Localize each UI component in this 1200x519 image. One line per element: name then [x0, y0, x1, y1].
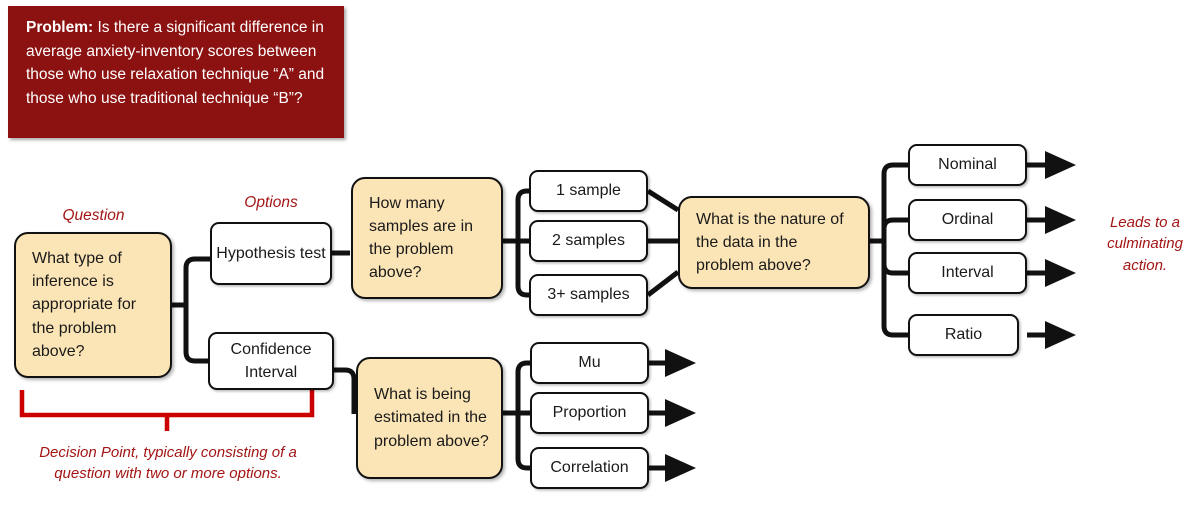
- problem-statement-banner: Problem: Is there a significant differen…: [8, 6, 344, 138]
- option-node-confidence-interval[interactable]: Confidence Interval: [208, 332, 334, 390]
- option-node-mu-label: Mu: [578, 354, 601, 372]
- option-node-three-plus-samples[interactable]: 3+ samples: [529, 274, 648, 316]
- decision-node-inference[interactable]: What type of inference is appropriate fo…: [14, 232, 172, 378]
- option-node-ordinal-label: Ordinal: [941, 211, 994, 229]
- option-node-correlation[interactable]: Correlation: [530, 447, 649, 489]
- option-node-three-plus-samples-label: 3+ samples: [547, 286, 630, 304]
- option-node-proportion-label: Proportion: [552, 404, 627, 422]
- decision-point-bracket: [19, 390, 315, 431]
- connector-one-sample-to-nature: [646, 188, 680, 213]
- connector-confidence-to-estimated: [334, 367, 357, 414]
- decision-node-nature-of-data-label: What is the nature of the data in the pr…: [696, 210, 844, 275]
- option-node-ratio[interactable]: Ratio: [908, 314, 1019, 356]
- option-node-two-samples[interactable]: 2 samples: [529, 220, 648, 262]
- option-node-mu[interactable]: Mu: [530, 342, 649, 384]
- decision-node-nature-of-data[interactable]: What is the nature of the data in the pr…: [678, 196, 870, 289]
- option-node-two-samples-label: 2 samples: [552, 232, 625, 250]
- annotation-question-label: Question: [62, 207, 125, 224]
- decision-node-inference-label: What type of inference is appropriate fo…: [32, 250, 137, 360]
- option-node-hypothesis-test-label: Hypothesis test: [216, 244, 326, 262]
- option-node-ratio-label: Ratio: [944, 326, 983, 344]
- option-node-proportion[interactable]: Proportion: [530, 392, 649, 434]
- option-node-hypothesis-test[interactable]: Hypothesis test: [210, 222, 332, 285]
- option-node-correlation-label: Correlation: [550, 459, 629, 477]
- annotation-options-label: Options: [244, 194, 298, 211]
- flowchart-canvas: Problem: Is there a significant differen…: [0, 0, 1200, 519]
- connector-nature-to-nominal: [881, 162, 908, 241]
- option-node-nominal[interactable]: Nominal: [908, 144, 1027, 186]
- connector-three-samples-to-nature: [646, 270, 680, 297]
- connector-inference-to-confidence: [183, 305, 210, 364]
- problem-label: Problem:: [26, 19, 94, 36]
- decision-node-estimated-label: What is being estimated in the problem a…: [374, 386, 489, 450]
- option-node-one-sample[interactable]: 1 sample: [529, 170, 648, 212]
- decision-node-estimated[interactable]: What is being estimated in the problem a…: [356, 357, 503, 479]
- annotation-decision-point: Decision Point, typically consisting of …: [39, 444, 297, 483]
- decision-node-samples-label: How many samples are in the problem abov…: [369, 194, 474, 282]
- connector-nature-to-ratio: [881, 241, 908, 338]
- option-node-interval-label: Interval: [941, 264, 994, 282]
- decision-node-samples[interactable]: How many samples are in the problem abov…: [351, 177, 503, 299]
- option-node-one-sample-label: 1 sample: [556, 182, 621, 200]
- option-node-ordinal[interactable]: Ordinal: [908, 199, 1027, 241]
- connector-nature-to-ordinal: [881, 217, 908, 241]
- connector-inference-to-hypothesis: [183, 256, 210, 305]
- connector-nature-to-interval: [881, 241, 908, 276]
- option-node-nominal-label: Nominal: [938, 156, 997, 174]
- annotation-culminating-action: Leads to a culminating action.: [1107, 214, 1183, 274]
- option-node-confidence-interval-label: Confidence Interval: [230, 340, 312, 381]
- option-node-interval[interactable]: Interval: [908, 252, 1027, 294]
